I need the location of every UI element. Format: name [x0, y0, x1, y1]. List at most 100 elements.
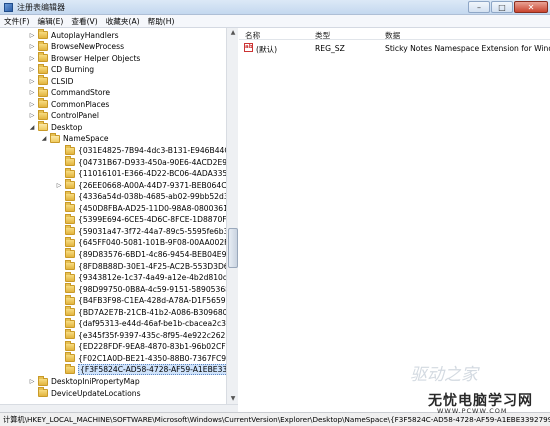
collapse-arrow-icon[interactable]: ◢	[28, 124, 36, 131]
tree-item[interactable]: {B4FB3F98-C1EA-428d-A78A-D1F5659CBA93}	[55, 294, 237, 307]
folder-icon	[38, 52, 48, 63]
tree-item[interactable]: ▷ BrowseNewProcess	[28, 40, 124, 53]
tree-item[interactable]: ▷ ControlPanel	[28, 109, 99, 122]
expand-arrow-icon[interactable]: ▷	[28, 32, 36, 39]
tree-item[interactable]: ▷ Browser Helper Objects	[28, 52, 140, 64]
tree-vertical-scrollbar[interactable]: ▲ ▼	[226, 28, 238, 404]
folder-icon	[65, 283, 75, 294]
folder-icon	[65, 144, 75, 155]
tree-item[interactable]: {daf95313-e44d-46af-be1b-cbacea2c3065}	[55, 317, 238, 330]
folder-icon	[65, 329, 75, 340]
tree-item-label: NameSpace	[63, 134, 109, 144]
tree-item[interactable]: {F3F5824C-AD58-4728-AF59-A1EBE3392799}	[55, 363, 237, 376]
tree-item[interactable]: {031E4825-7B94-4dc3-B131-E946B44C8DD5}	[55, 144, 237, 157]
tree-item-label: {645FF040-5081-101B-9F08-00AA002F954E}	[78, 238, 238, 248]
menu-file[interactable]: 文件(F)	[0, 16, 33, 27]
column-header-data[interactable]: 数据	[385, 30, 400, 41]
tree-item[interactable]: {F02C1A0D-BE21-4350-88B0-7367FC96EF3C}	[55, 352, 238, 364]
tree-item[interactable]: {5399E694-6CE5-4D6C-8FCE-1D8870FDCBA0}	[55, 213, 237, 226]
tree-item-label: {98D99750-0B8A-4c59-9151-589053683D73}	[78, 284, 238, 294]
scroll-thumb[interactable]	[228, 228, 238, 268]
tree-item[interactable]: DeviceUpdateLocations	[28, 387, 141, 399]
list-item[interactable]: ab (默认) REG_SZ Sticky Notes Namespace Ex…	[239, 42, 550, 54]
expand-arrow-icon[interactable]: ▷	[28, 43, 36, 50]
folder-icon	[38, 387, 48, 398]
tree-item-label: {04731B67-D933-450a-90E6-4ACD2E9408FE}	[78, 157, 238, 167]
folder-icon	[38, 86, 48, 97]
tree-item[interactable]: {ED228FDF-9EA8-4870-83b1-96b02CFE0D52}	[55, 340, 237, 353]
expand-arrow-icon[interactable]: ▷	[28, 66, 36, 73]
collapse-arrow-icon[interactable]: ◢	[40, 135, 48, 142]
scroll-up-arrow-icon[interactable]: ▲	[228, 28, 238, 38]
expand-arrow-icon[interactable]: ▷	[28, 112, 36, 119]
tree-horizontal-scrollbar[interactable]	[0, 404, 238, 412]
expand-arrow-icon[interactable]: ▷	[28, 378, 36, 385]
tree-item-label: {11016101-E366-4D22-BC06-4ADA335C892B}	[78, 169, 237, 179]
registry-tree-pane[interactable]: ▷ AutoplayHandlers ▷ BrowseNewProcess ▷ Brows…	[0, 28, 238, 404]
maximize-button[interactable]: □	[491, 1, 513, 13]
expand-arrow-icon[interactable]: ▷	[28, 101, 36, 108]
tree-item[interactable]: ◢ NameSpace	[40, 132, 109, 145]
tree-item[interactable]: {89D83576-6BD1-4c86-9454-BEB04E94C819}	[55, 248, 237, 260]
tree-item[interactable]: {98D99750-0B8A-4c59-9151-589053683D73}	[55, 283, 238, 295]
tree-item[interactable]: ▷ CLSID	[28, 75, 73, 87]
tree-item-label: {4336a54d-038b-4685-ab02-99bb52d3fb8b}	[78, 192, 238, 202]
tree-item[interactable]: {4336a54d-038b-4685-ab02-99bb52d3fb8b}	[55, 190, 238, 203]
tree-item-label: Desktop	[51, 122, 83, 132]
tree-item[interactable]: ▷ {26EE0668-A00A-44D7-9371-BEB064C98683}	[55, 179, 237, 191]
menu-view[interactable]: 查看(V)	[67, 16, 101, 27]
tree-item[interactable]: {e345f35f-9397-435c-8f95-4e922c26259e}	[55, 329, 237, 341]
expand-arrow-icon[interactable]: ▷	[55, 182, 63, 189]
tree-item[interactable]: {04731B67-D933-450a-90E6-4ACD2E9408FE}	[55, 156, 238, 168]
values-list-pane[interactable]: 名称 类型 数据 ab (默认) REG_SZ Sticky Notes Nam…	[239, 28, 550, 412]
tree-item[interactable]: ▷ CommandStore	[28, 86, 111, 99]
tree-item[interactable]: ▷ CD Burning	[28, 63, 94, 76]
tree-item[interactable]: {8FD8B88D-30E1-4F25-AC2B-553D3D65F0EA}	[55, 260, 237, 272]
tree-item[interactable]: ◢ Desktop	[28, 121, 82, 133]
folder-icon	[65, 363, 75, 374]
scroll-down-arrow-icon[interactable]: ▼	[228, 394, 238, 404]
tree-item-label: {89D83576-6BD1-4c86-9454-BEB04E94C819}	[78, 249, 237, 259]
expand-arrow-icon[interactable]: ▷	[28, 89, 36, 96]
tree-item[interactable]: {645FF040-5081-101B-9F08-00AA002F954E}	[55, 236, 238, 249]
tree-item-label: {5399E694-6CE5-4D6C-8FCE-1D8870FDCBA0}	[78, 215, 237, 225]
column-header-type[interactable]: 类型	[315, 30, 330, 41]
tree-item[interactable]: {59031a47-3f72-44a7-89c5-5595fe6b30ee}	[55, 225, 237, 237]
tree-item[interactable]: ▷ DesktopIniPropertyMap	[28, 375, 140, 388]
close-button[interactable]: ✕	[514, 1, 548, 13]
folder-icon	[65, 260, 75, 270]
folder-icon	[38, 63, 48, 74]
tree-item-label: {daf95313-e44d-46af-be1b-cbacea2c3065}	[78, 319, 238, 329]
expand-arrow-icon[interactable]: ▷	[28, 78, 36, 85]
tree-item-label: Browser Helper Objects	[51, 53, 141, 63]
tree-item[interactable]: {450D8FBA-AD25-11D0-98A8-0800361B1103}	[55, 202, 237, 214]
watermark-url: WWW.PCWW.COM	[437, 407, 508, 415]
menu-help[interactable]: 帮助(H)	[144, 16, 179, 27]
tree-item[interactable]: {BD7A2E7B-21CB-41b2-A086-B309680C6B7E}	[55, 306, 237, 318]
tree-item[interactable]: ▷ CommonPlaces	[28, 98, 109, 110]
tree-item-label: ControlPanel	[51, 111, 99, 121]
tree-item-label: {B4FB3F98-C1EA-428d-A78A-D1F5659CBA93}	[78, 296, 237, 306]
tree-item-label: DesktopIniPropertyMap	[51, 377, 140, 386]
value-data: Sticky Notes Namespace Extension for Win…	[385, 44, 550, 53]
tree-item-label: {450D8FBA-AD25-11D0-98A8-0800361B1103}	[78, 203, 237, 213]
expand-arrow-icon[interactable]: ▷	[28, 55, 36, 62]
folder-icon	[65, 352, 75, 363]
tree-item-label: CommandStore	[51, 88, 111, 98]
tree-item-label: {F02C1A0D-BE21-4350-88B0-7367FC96EF3C}	[78, 353, 238, 363]
menu-bar: 文件(F) 编辑(E) 查看(V) 收藏夹(A) 帮助(H)	[0, 15, 550, 28]
menu-favorites[interactable]: 收藏夹(A)	[102, 16, 144, 27]
minimize-button[interactable]: –	[468, 1, 490, 13]
tree-item-label: {9343812e-1c37-4a49-a12e-4b2d810d956b}	[78, 273, 238, 283]
folder-icon	[38, 29, 48, 39]
open-folder-icon	[50, 132, 60, 143]
folder-icon	[65, 294, 75, 305]
column-header-name[interactable]: 名称	[245, 30, 260, 41]
menu-edit[interactable]: 编辑(E)	[33, 16, 67, 27]
tree-item[interactable]: {11016101-E366-4D22-BC06-4ADA335C892B}	[55, 167, 237, 180]
tree-item-label: {031E4825-7B94-4dc3-B131-E946B44C8DD5}	[78, 146, 237, 155]
folder-icon	[65, 190, 75, 201]
tree-item[interactable]: {9343812e-1c37-4a49-a12e-4b2d810d956b}	[55, 271, 238, 284]
watermark: 驱动之家 无忧电脑学习网 WWW.PCWW.COM	[390, 356, 540, 415]
tree-item[interactable]: ▷ AutoplayHandlers	[28, 29, 119, 41]
